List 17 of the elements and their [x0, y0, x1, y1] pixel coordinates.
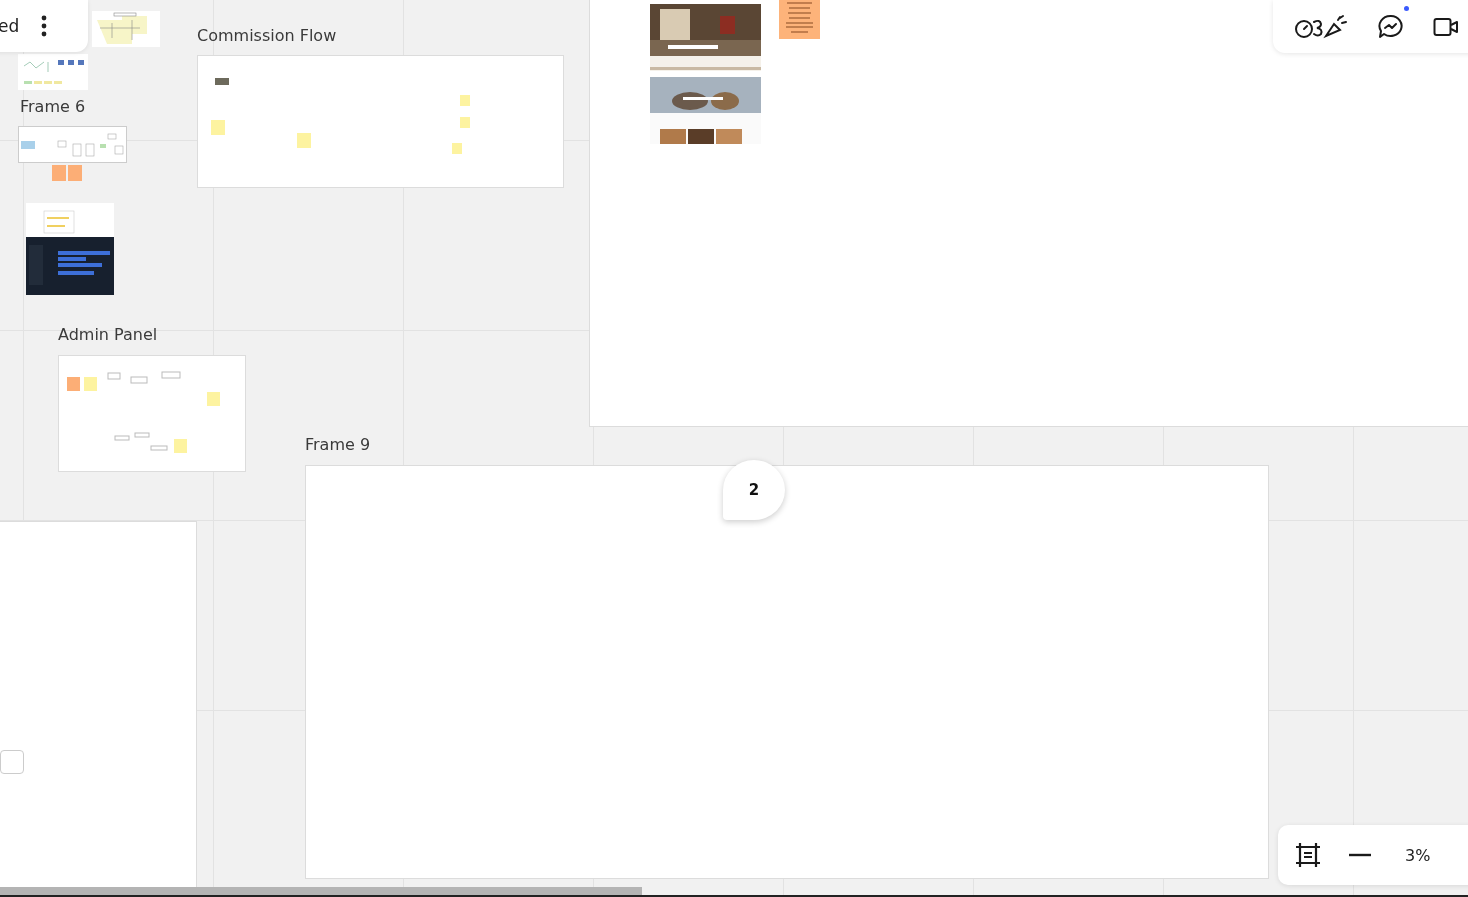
chat-icon[interactable]: [1377, 12, 1405, 41]
comment-badge[interactable]: 2: [723, 460, 785, 520]
video-icon[interactable]: [1433, 16, 1459, 37]
diagram-drawing: [92, 8, 160, 47]
frame-title[interactable]: Frame 6: [20, 97, 86, 117]
frame-title[interactable]: Frame 9: [305, 435, 371, 455]
zoom-level[interactable]: 3%: [1405, 845, 1431, 865]
frame[interactable]: [58, 355, 246, 472]
fit-to-screen-icon[interactable]: [1295, 842, 1321, 868]
scrollbar[interactable]: [0, 887, 642, 895]
frame-title[interactable]: Admin Panel: [58, 325, 158, 345]
zoom-out-icon[interactable]: [1349, 853, 1371, 857]
reactions-icon[interactable]: [1294, 13, 1349, 40]
more-icon[interactable]: [41, 15, 48, 37]
frame-title[interactable]: Commission Flow: [197, 26, 337, 46]
frame[interactable]: [197, 55, 564, 188]
diagram-drawing: [18, 54, 88, 90]
